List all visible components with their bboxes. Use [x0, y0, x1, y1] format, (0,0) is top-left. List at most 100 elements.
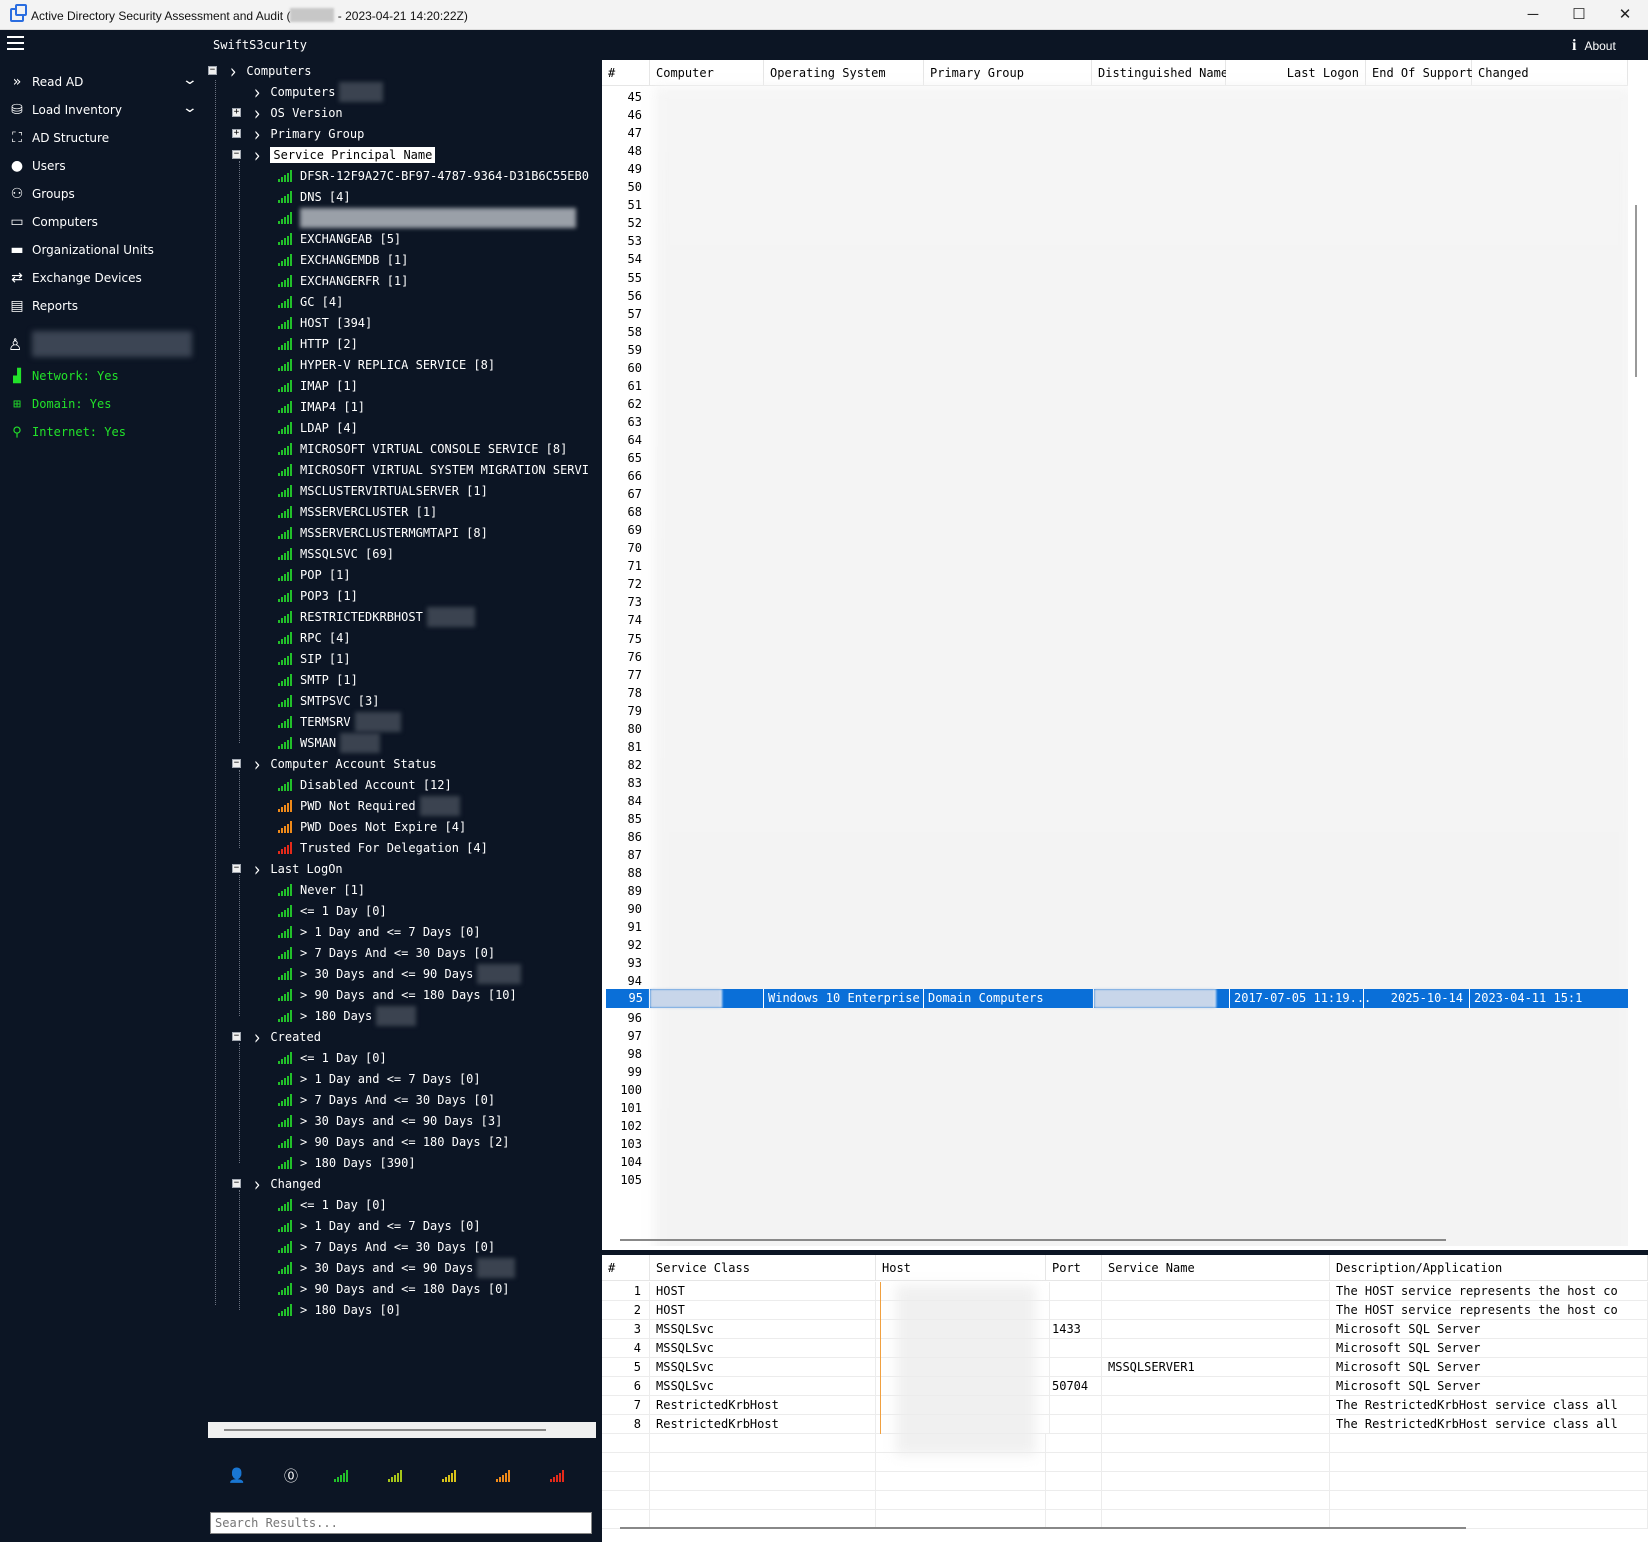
tree-leaf[interactable] — [278, 207, 576, 229]
tree-leaf[interactable]: > 1 Day and <= 7 Days [0] — [278, 1215, 481, 1237]
details-row[interactable]: 6 MSSQLSvc 50704 Microsoft SQL Server — [602, 1377, 1648, 1396]
tree-leaf[interactable]: > 30 Days and <= 90 Days — [278, 1257, 516, 1279]
collapse-toggle-icon[interactable]: − — [232, 759, 241, 768]
tree-node-computers-sub[interactable]: › Computers — [254, 81, 384, 103]
row-number[interactable]: 98 — [602, 1045, 650, 1064]
details-row[interactable]: 4 MSSQLSvc Microsoft SQL Server — [602, 1339, 1648, 1358]
row-number[interactable]: 65 — [602, 449, 650, 468]
row-number[interactable]: 46 — [602, 106, 650, 125]
row-number[interactable]: 69 — [602, 521, 650, 540]
row-number[interactable]: 70 — [602, 539, 650, 558]
row-number[interactable]: 68 — [602, 503, 650, 522]
row-number[interactable]: 93 — [602, 954, 650, 973]
column-header[interactable]: Distinguished Name — [1092, 60, 1228, 86]
tree-leaf[interactable]: PWD Not Required — [278, 795, 460, 817]
tree-leaf[interactable]: LDAP [4] — [278, 417, 358, 439]
minimize-button[interactable]: ─ — [1510, 0, 1556, 30]
tree-leaf[interactable]: IMAP4 [1] — [278, 396, 365, 418]
grid-horizontal-scrollbar[interactable] — [604, 1234, 1644, 1246]
row-number[interactable]: 56 — [602, 287, 650, 306]
tree-leaf[interactable]: MSCLUSTERVIRTUALSERVER [1] — [278, 480, 488, 502]
row-number[interactable]: 79 — [602, 702, 650, 721]
signal-red-icon[interactable] — [534, 1470, 588, 1482]
row-number[interactable]: 75 — [602, 630, 650, 649]
row-number[interactable]: 102 — [602, 1117, 650, 1136]
details-row[interactable] — [602, 1491, 1648, 1510]
tree-leaf[interactable]: > 180 Days [390] — [278, 1152, 416, 1174]
row-number[interactable]: 84 — [602, 792, 650, 811]
expand-toggle-icon[interactable]: + — [232, 129, 241, 138]
details-row[interactable]: 5 MSSQLSvc MSSQLSERVER1 Microsoft SQL Serve… — [602, 1358, 1648, 1377]
sidebar-item-ad-structure[interactable]: ⛶ AD Structure — [0, 124, 206, 152]
row-number[interactable]: 72 — [602, 575, 650, 594]
details-row[interactable] — [602, 1453, 1648, 1472]
row-number[interactable]: 63 — [602, 413, 650, 432]
tree-leaf[interactable]: SMTPSVC [3] — [278, 690, 379, 712]
row-number[interactable]: 58 — [602, 323, 650, 342]
column-header[interactable]: Primary Group — [924, 60, 1092, 86]
sidebar-item-load-inventory[interactable]: ⛁ Load Inventory ⌄ — [0, 96, 206, 124]
row-number[interactable]: 86 — [602, 828, 650, 847]
row-number[interactable]: 105 — [602, 1171, 650, 1190]
row-number[interactable]: 73 — [602, 593, 650, 612]
row-number[interactable]: 80 — [602, 720, 650, 739]
row-number[interactable]: 85 — [602, 810, 650, 829]
tree-node-computer-account-status[interactable]: › Computer Account Status — [254, 753, 437, 776]
details-row[interactable] — [602, 1434, 1648, 1453]
row-number[interactable]: 67 — [602, 485, 650, 504]
tree-leaf[interactable]: HTTP [2] — [278, 333, 358, 355]
tree-leaf[interactable]: MSSQLSVC [69] — [278, 543, 394, 565]
tree-leaf[interactable]: IMAP [1] — [278, 375, 358, 397]
tree-leaf[interactable]: <= 1 Day [0] — [278, 900, 387, 922]
column-header[interactable]: End Of Support — [1366, 60, 1473, 86]
tree-leaf[interactable]: Never [1] — [278, 879, 365, 901]
column-header[interactable]: Last Logon — [1226, 60, 1366, 86]
row-number[interactable]: 90 — [602, 900, 650, 919]
row-number[interactable]: 71 — [602, 557, 650, 576]
tree-leaf[interactable]: TERMSRV — [278, 711, 401, 733]
row-number[interactable]: 78 — [602, 684, 650, 703]
details-row[interactable]: 8 RestrictedKrbHost The RestrictedKrbHost … — [602, 1415, 1648, 1434]
row-number[interactable]: 50 — [602, 178, 650, 197]
details-column-header[interactable]: # — [602, 1255, 650, 1281]
close-button[interactable]: ✕ — [1602, 0, 1648, 30]
row-number[interactable]: 51 — [602, 196, 650, 215]
tree-node-created[interactable]: › Created — [254, 1026, 321, 1049]
column-header[interactable]: Computer — [650, 60, 764, 86]
tree-leaf[interactable]: > 90 Days and <= 180 Days [0] — [278, 1278, 510, 1300]
details-column-header[interactable]: Service Class — [650, 1255, 876, 1281]
search-results-input[interactable] — [210, 1512, 592, 1534]
row-number[interactable]: 57 — [602, 305, 650, 324]
signal-yellow-icon[interactable] — [426, 1470, 480, 1482]
row-number[interactable]: 66 — [602, 467, 650, 486]
tree-leaf[interactable]: MSSERVERCLUSTERMGMTAPI [8] — [278, 522, 488, 544]
collapse-toggle-icon[interactable]: − — [232, 150, 241, 159]
zero-circle-icon[interactable]: ⓪ — [264, 1466, 318, 1486]
tree-leaf[interactable]: > 180 Days — [278, 1005, 417, 1027]
row-number[interactable]: 77 — [602, 666, 650, 685]
sidebar-item-computers[interactable]: ▭ Computers — [0, 208, 206, 236]
details-row[interactable]: 2 HOST The HOST service represents the hos… — [602, 1301, 1648, 1320]
collapse-toggle-icon[interactable]: − — [232, 1179, 241, 1188]
about-button[interactable]: i About — [1572, 37, 1616, 55]
tree-leaf[interactable]: <= 1 Day [0] — [278, 1047, 387, 1069]
row-number[interactable]: 59 — [602, 341, 650, 360]
tree-leaf[interactable]: EXCHANGEAB [5] — [278, 228, 401, 250]
collapse-toggle-icon[interactable]: − — [232, 864, 241, 873]
sidebar-item-reports[interactable]: ▤ Reports — [0, 292, 206, 320]
sidebar-item-exchange-devices[interactable]: ⇄ Exchange Devices — [0, 264, 206, 292]
tree-leaf[interactable]: POP [1] — [278, 564, 351, 586]
tree-leaf[interactable]: MSSERVERCLUSTER [1] — [278, 501, 437, 523]
tree-leaf[interactable]: > 30 Days and <= 90 Days [3] — [278, 1110, 502, 1132]
row-number[interactable]: 83 — [602, 774, 650, 793]
tree-leaf[interactable]: EXCHANGEMDB [1] — [278, 249, 408, 271]
chevron-down-icon[interactable]: ⌄ — [182, 72, 198, 88]
tree-leaf[interactable]: RPC [4] — [278, 627, 351, 649]
tree-leaf[interactable]: GC [4] — [278, 291, 343, 313]
tree-leaf[interactable]: > 7 Days And <= 30 Days [0] — [278, 1089, 495, 1111]
signal-green-icon[interactable] — [318, 1470, 372, 1482]
row-number[interactable]: 60 — [602, 359, 650, 378]
sidebar-item-groups[interactable]: ⚇ Groups — [0, 180, 206, 208]
selected-table-row[interactable]: 95 Windows 10 Enterprise Domain Computers 2… — [606, 988, 1630, 1008]
tree-leaf[interactable]: MICROSOFT VIRTUAL SYSTEM MIGRATION SERVI — [278, 459, 589, 481]
